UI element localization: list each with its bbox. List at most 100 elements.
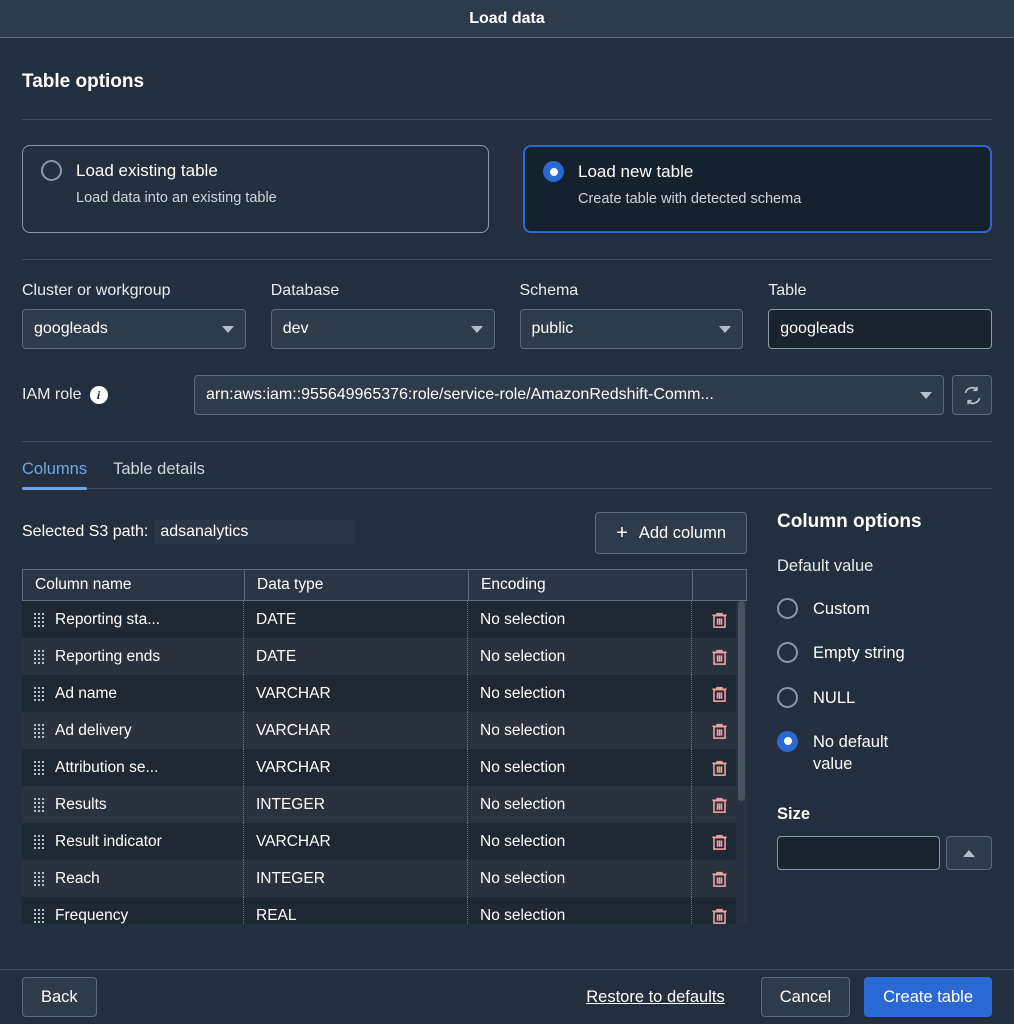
cancel-button[interactable]: Cancel bbox=[760, 977, 851, 1017]
cell-encoding[interactable]: No selection bbox=[468, 897, 692, 924]
columns-grid: Column name Data type Encoding Reporting… bbox=[22, 569, 747, 924]
delete-row-button[interactable] bbox=[710, 610, 729, 630]
select-database[interactable]: dev bbox=[270, 309, 495, 349]
tab-table-details[interactable]: Table details bbox=[113, 460, 205, 488]
cell-data-type[interactable]: VARCHAR bbox=[244, 749, 468, 786]
cell-encoding[interactable]: No selection bbox=[468, 749, 692, 786]
delete-row-button[interactable] bbox=[710, 684, 729, 704]
cell-encoding[interactable]: No selection bbox=[468, 601, 692, 638]
size-stepper-up-button[interactable] bbox=[946, 836, 992, 871]
info-icon[interactable]: i bbox=[89, 386, 108, 404]
delete-row-button[interactable] bbox=[710, 906, 729, 925]
cell-data-type[interactable]: INTEGER bbox=[244, 860, 468, 897]
refresh-iam-roles-button[interactable] bbox=[952, 375, 992, 415]
field-database: Database dev bbox=[270, 282, 495, 349]
cell-column-name[interactable]: Reach bbox=[22, 860, 244, 897]
column-options-panel: Column options Default value Custom Empt… bbox=[747, 511, 992, 924]
table-row[interactable]: Result indicator VARCHAR No selection bbox=[22, 823, 747, 860]
delete-row-button[interactable] bbox=[710, 721, 729, 741]
delete-row-button[interactable] bbox=[710, 647, 729, 667]
drag-handle-icon[interactable] bbox=[34, 797, 44, 812]
window-title: Load data bbox=[469, 9, 545, 27]
chevron-down-icon bbox=[920, 391, 932, 399]
table-row[interactable]: Ad name VARCHAR No selection bbox=[22, 675, 747, 712]
cell-column-name[interactable]: Reporting ends bbox=[22, 638, 244, 675]
delete-row-button[interactable] bbox=[710, 795, 729, 815]
radio-load-existing-table[interactable] bbox=[41, 160, 62, 181]
cell-column-name[interactable]: Frequency bbox=[22, 897, 244, 924]
label-table: Table bbox=[768, 282, 807, 299]
cell-encoding[interactable]: No selection bbox=[468, 786, 692, 823]
columns-grid-scrollbar-thumb[interactable] bbox=[738, 601, 745, 801]
drag-handle-icon[interactable] bbox=[34, 834, 44, 849]
option-card-load-existing-table[interactable]: Load existing table Load data into an ex… bbox=[22, 145, 489, 233]
select-schema[interactable]: public bbox=[519, 309, 744, 349]
cell-encoding[interactable]: No selection bbox=[468, 860, 692, 897]
table-row[interactable]: Reach INTEGER No selection bbox=[22, 860, 747, 897]
table-row[interactable]: Ad delivery VARCHAR No selection bbox=[22, 712, 747, 749]
drag-handle-icon[interactable] bbox=[34, 723, 44, 738]
delete-row-button[interactable] bbox=[710, 869, 729, 889]
option-no-default-value[interactable]: No default value bbox=[777, 730, 992, 776]
add-column-button[interactable]: + Add column bbox=[595, 512, 747, 554]
cell-column-name[interactable]: Ad delivery bbox=[22, 712, 244, 749]
option-card-load-new-table[interactable]: Load new table Create table with detecte… bbox=[523, 145, 992, 233]
default-value-label: Default value bbox=[777, 557, 874, 575]
cell-data-type[interactable]: DATE bbox=[244, 601, 468, 638]
delete-row-button[interactable] bbox=[710, 832, 729, 852]
cell-encoding[interactable]: No selection bbox=[468, 712, 692, 749]
cell-column-name[interactable]: Reporting sta... bbox=[22, 601, 244, 638]
input-table-name[interactable]: googleads bbox=[768, 309, 992, 349]
radio-custom[interactable] bbox=[777, 598, 798, 619]
radio-null[interactable] bbox=[777, 686, 798, 708]
field-schema: Schema public bbox=[519, 282, 744, 349]
delete-row-button[interactable] bbox=[710, 758, 729, 778]
column-name-text: Result indicator bbox=[55, 832, 162, 850]
cell-data-type[interactable]: VARCHAR bbox=[244, 675, 468, 712]
column-name-text: Reporting ends bbox=[55, 647, 161, 665]
drag-handle-icon[interactable] bbox=[34, 908, 44, 923]
cell-column-name[interactable]: Results bbox=[22, 786, 244, 823]
radio-no-default-value[interactable] bbox=[777, 730, 798, 752]
label-null: NULL bbox=[813, 688, 856, 707]
drag-handle-icon[interactable] bbox=[34, 612, 44, 627]
table-row[interactable]: Reporting sta... DATE No selection bbox=[22, 601, 747, 638]
create-table-button[interactable]: Create table bbox=[864, 977, 992, 1017]
option-empty-string[interactable]: Empty string bbox=[777, 642, 992, 664]
cell-data-type[interactable]: INTEGER bbox=[244, 786, 468, 823]
table-row[interactable]: Reporting ends DATE No selection bbox=[22, 638, 747, 675]
cell-column-name[interactable]: Attribution se... bbox=[22, 749, 244, 786]
select-cluster-or-workgroup[interactable]: googleads bbox=[22, 309, 246, 349]
option-custom[interactable]: Custom bbox=[777, 598, 992, 620]
columns-grid-scrollbar[interactable] bbox=[736, 601, 747, 924]
column-name-text: Attribution se... bbox=[55, 758, 159, 776]
cell-encoding[interactable]: No selection bbox=[468, 638, 692, 675]
back-button[interactable]: Back bbox=[22, 977, 97, 1017]
tab-columns[interactable]: Columns bbox=[22, 460, 88, 490]
plus-icon: + bbox=[616, 522, 628, 544]
select-iam-role[interactable]: arn:aws:iam::955649965376:role/service-r… bbox=[194, 375, 944, 415]
table-row[interactable]: Frequency REAL No selection bbox=[22, 897, 747, 924]
drag-handle-icon[interactable] bbox=[34, 649, 44, 664]
cell-encoding[interactable]: No selection bbox=[468, 675, 692, 712]
cell-data-type[interactable]: VARCHAR bbox=[244, 823, 468, 860]
drag-handle-icon[interactable] bbox=[34, 760, 44, 775]
select-cluster-value: googleads bbox=[34, 320, 108, 337]
cell-column-name[interactable]: Result indicator bbox=[22, 823, 244, 860]
drag-handle-icon[interactable] bbox=[34, 686, 44, 701]
cell-column-name[interactable]: Ad name bbox=[22, 675, 244, 712]
table-row[interactable]: Results INTEGER No selection bbox=[22, 786, 747, 823]
footer-actions: Restore to defaults Cancel Create table bbox=[586, 977, 992, 1017]
table-row[interactable]: Attribution se... VARCHAR No selection bbox=[22, 749, 747, 786]
size-input[interactable] bbox=[777, 836, 940, 871]
cell-data-type[interactable]: VARCHAR bbox=[244, 712, 468, 749]
drag-handle-icon[interactable] bbox=[34, 871, 44, 886]
cell-data-type[interactable]: DATE bbox=[244, 638, 468, 675]
iam-role-row: IAM role i arn:aws:iam::955649965376:rol… bbox=[22, 375, 992, 415]
restore-to-defaults-link[interactable]: Restore to defaults bbox=[586, 988, 725, 1007]
option-null[interactable]: NULL bbox=[777, 686, 992, 709]
radio-load-new-table[interactable] bbox=[543, 161, 564, 182]
cell-data-type[interactable]: REAL bbox=[244, 897, 468, 924]
cell-encoding[interactable]: No selection bbox=[468, 823, 692, 860]
radio-empty-string[interactable] bbox=[777, 642, 798, 664]
